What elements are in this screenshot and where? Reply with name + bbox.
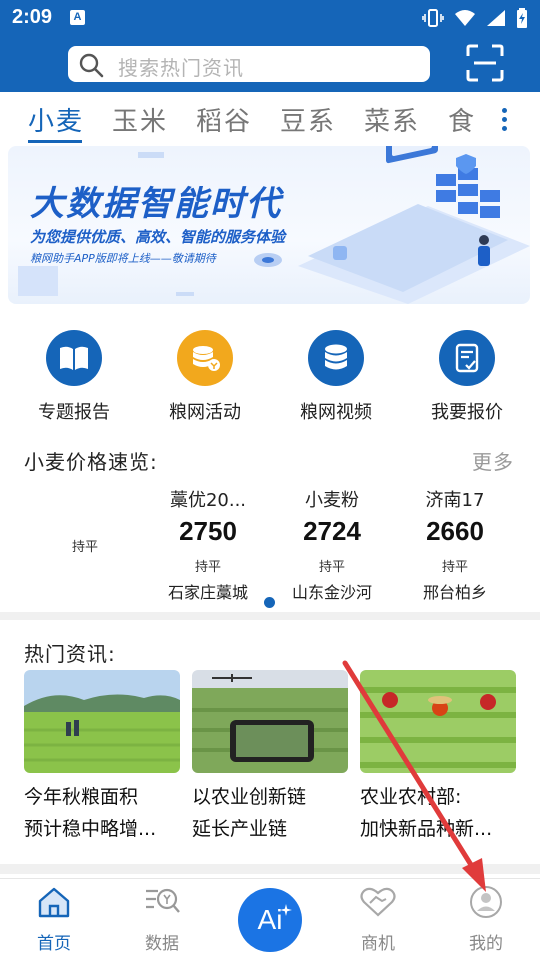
quick-action-label: 专题报告	[38, 402, 110, 423]
quick-action-videos[interactable]: 粮网视频	[281, 330, 391, 424]
news-card[interactable]: 农业农村部: 加快新品种新...	[360, 670, 516, 845]
tab-wheat[interactable]: 小麦	[28, 101, 84, 138]
category-tabs: 小麦 玉米 稻谷 豆系 菜系 食用	[0, 92, 540, 144]
active-tab-indicator	[28, 140, 82, 143]
tab-beans[interactable]: 豆系	[280, 101, 336, 138]
quick-action-reports[interactable]: 专题报告	[19, 330, 129, 424]
nav-mine-label: 我的	[469, 934, 503, 954]
nav-home[interactable]: 首页	[14, 885, 94, 954]
battery-icon	[517, 8, 527, 28]
data-chart-icon	[146, 888, 180, 913]
nav-data-label: 数据	[145, 934, 179, 954]
sparkle-icon	[280, 904, 292, 916]
quick-action-label: 我要报价	[431, 402, 503, 423]
banner-note: 粮网助手APP版即将上线——敬请期待	[30, 252, 216, 265]
quick-action-activities[interactable]: 粮网活动	[150, 330, 260, 424]
news-card[interactable]: 以农业创新链 延长产业链	[192, 670, 348, 845]
handshake-icon	[360, 887, 396, 917]
user-profile-icon	[470, 886, 502, 918]
banner-illustration	[18, 146, 530, 304]
price-item-value: 2750	[179, 516, 237, 546]
quote-form-icon	[439, 330, 495, 386]
vibrate-icon	[422, 9, 444, 27]
price-item-value: 2724	[303, 516, 361, 546]
app-header: 2:09 A 搜索热门资讯	[0, 0, 540, 92]
price-item-status: 持平	[194, 560, 221, 575]
news-headline-line: 农业农村部:	[360, 786, 462, 808]
quick-action-quote[interactable]: 我要报价	[412, 330, 522, 424]
price-status: 持平	[72, 540, 99, 555]
banner-subtitle: 为您提供优质、高效、智能的服务体验	[30, 228, 286, 246]
more-tabs-icon[interactable]	[500, 108, 508, 135]
section-divider	[0, 612, 540, 620]
tab-rapeseed[interactable]: 菜系	[364, 101, 420, 138]
price-item-location: 山东金沙河	[291, 583, 372, 602]
price-item-location: 邢台柏乡	[422, 583, 487, 602]
promo-banner[interactable]: 大数据智能时代 为您提供优质、高效、智能的服务体验 粮网助手APP版即将上线——…	[8, 146, 530, 304]
signal-icon	[487, 10, 505, 26]
search-input[interactable]: 搜索热门资讯	[68, 46, 430, 82]
banner-title: 大数据智能时代	[30, 184, 282, 224]
news-headline: 今年秋粮面积 预计稳中略增...	[24, 781, 180, 845]
news-thumbnail	[24, 670, 180, 773]
database-icon	[308, 330, 364, 386]
tab-edible-oil-clip[interactable]: 食用	[448, 101, 486, 137]
price-item-status: 持平	[318, 560, 345, 575]
news-headline-line: 今年秋粮面积	[24, 786, 139, 808]
nav-business-label: 商机	[361, 934, 395, 954]
ai-assistant-button[interactable]: Ai	[238, 888, 302, 952]
price-item-status: 持平	[441, 560, 468, 575]
news-headline-line: 延长产业链	[192, 818, 288, 840]
carousel-page-indicator	[264, 597, 275, 608]
news-card[interactable]: 今年秋粮面积 预计稳中略增...	[24, 670, 180, 845]
price-item[interactable]: 济南17 2660 持平 邢台柏乡	[390, 486, 520, 603]
price-item[interactable]: 藁优20... 2750 持平 石家庄藁城	[143, 486, 273, 603]
price-more-link[interactable]: 更多	[472, 446, 514, 475]
news-section-title: 热门资讯:	[24, 642, 116, 666]
price-overview-title: 小麦价格速览:	[24, 450, 158, 474]
search-icon	[79, 53, 104, 78]
news-headline: 以农业创新链 延长产业链	[192, 781, 348, 845]
status-bar: 2:09 A	[0, 0, 540, 38]
news-headline-line: 以农业创新链	[192, 786, 307, 808]
price-item-location: 石家庄藁城	[167, 583, 248, 602]
tab-corn[interactable]: 玉米	[112, 101, 168, 138]
home-icon	[38, 887, 70, 918]
price-item-name: 藁优20...	[169, 490, 247, 511]
news-headline-line: 加快新品种新...	[360, 818, 493, 840]
status-icons	[422, 7, 528, 29]
scan-icon[interactable]	[466, 44, 504, 82]
nav-business[interactable]: 商机	[338, 885, 418, 954]
book-icon	[46, 330, 102, 386]
quick-action-label: 粮网活动	[169, 402, 241, 423]
news-thumbnail	[360, 670, 516, 773]
tab-edible-oil[interactable]: 食用	[448, 101, 486, 137]
nav-mine[interactable]: 我的	[446, 885, 526, 954]
news-thumbnail	[192, 670, 348, 773]
ai-assistant-label: Ai	[257, 904, 283, 935]
section-divider	[0, 864, 540, 874]
coins-icon	[177, 330, 233, 386]
news-headline-line: 预计稳中略增...	[24, 818, 157, 840]
price-item[interactable]: 小麦粉 2724 持平 山东金沙河	[267, 486, 397, 603]
nav-data[interactable]: 数据	[122, 885, 202, 954]
quick-action-label: 粮网视频	[300, 402, 372, 423]
price-item-name: 小麦粉	[305, 490, 359, 511]
nav-home-label: 首页	[37, 934, 71, 954]
status-time: 2:09	[12, 6, 53, 28]
tab-rice[interactable]: 稻谷	[196, 101, 252, 138]
news-headline: 农业农村部: 加快新品种新...	[360, 781, 516, 845]
price-item-name: 济南17	[425, 490, 485, 511]
notification-app-icon: A	[70, 10, 85, 25]
wifi-icon	[455, 10, 475, 26]
price-item-value: 2660	[426, 516, 484, 546]
search-placeholder: 搜索热门资讯	[118, 56, 244, 80]
